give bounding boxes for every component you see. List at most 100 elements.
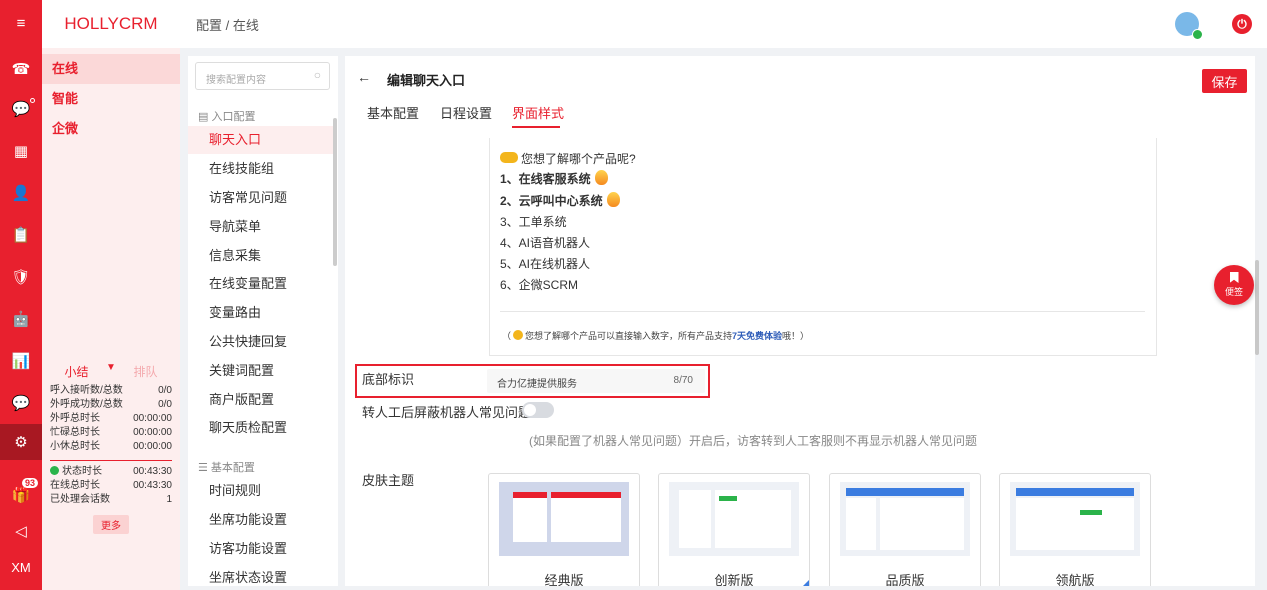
skin-thumbnail: [840, 482, 970, 556]
tab-basic[interactable]: 基本配置: [367, 103, 419, 122]
char-count: 8/70: [673, 375, 693, 386]
config-list-panel: 搜索配置内容 ○ ▤ 入口配置 聊天入口 在线技能组 访客常见问题 导航菜单 信息…: [188, 56, 338, 586]
user-icon[interactable]: 👤: [0, 178, 42, 208]
stat-label: 忙碌总时长: [50, 427, 100, 438]
fire-icon: [594, 170, 608, 185]
stat-label-text: 状态时长: [62, 466, 102, 477]
chart-icon[interactable]: 📊: [0, 346, 42, 376]
skin-name: 经典版: [544, 573, 584, 586]
online-check-icon: [1192, 29, 1203, 40]
config-scrollbar[interactable]: [333, 118, 337, 266]
stat-label: 外呼成功数/总数: [50, 399, 123, 410]
back-arrow-icon[interactable]: ←: [357, 69, 371, 85]
skin-name: 品质版: [885, 573, 925, 586]
stat-row: 外呼成功数/总数 0/0: [42, 398, 180, 412]
sidebar-item-wecom[interactable]: 企微: [42, 114, 180, 144]
hide-faq-toggle[interactable]: [522, 402, 554, 418]
robot-icon[interactable]: 🤖: [0, 304, 42, 334]
config-item[interactable]: 访客功能设置: [188, 535, 334, 563]
chat-icon[interactable]: 💬: [0, 94, 42, 124]
preview-line: 5、AI在线机器人: [500, 257, 591, 271]
more-button[interactable]: 更多: [93, 515, 129, 534]
tab-style[interactable]: 界面样式: [512, 103, 564, 122]
config-item[interactable]: 商户版配置: [188, 386, 334, 414]
tab-queue[interactable]: 排队: [133, 363, 157, 380]
megaphone-icon[interactable]: ◁: [0, 516, 42, 546]
phone-icon[interactable]: ☎: [0, 54, 42, 84]
grid-icon[interactable]: ▦: [0, 136, 42, 166]
config-item[interactable]: 导航菜单: [188, 213, 334, 241]
status-online-icon: [50, 466, 59, 475]
search-input[interactable]: 搜索配置内容 ○: [195, 62, 330, 90]
sidebar-item-smart[interactable]: 智能: [42, 84, 180, 114]
toggle-description: (如果配置了机器人常见问题）开启后，访客转到人工客服则不再显示机器人常见问题: [529, 434, 977, 448]
avatar[interactable]: [1175, 12, 1203, 40]
config-item[interactable]: 坐席功能设置: [188, 506, 334, 534]
menu-icon[interactable]: ≡: [0, 8, 42, 38]
footer-input[interactable]: 合力亿捷提供服务 8/70: [487, 369, 705, 393]
thumb-panel: [1016, 498, 1134, 550]
collapse-arrow-icon[interactable]: ▼: [106, 362, 116, 373]
config-item-chat-entry[interactable]: 聊天入口: [188, 126, 334, 154]
thumb-bubble: [1080, 510, 1102, 515]
brand-logo: HOLLYCRM: [42, 0, 180, 48]
skin-card-innovative[interactable]: 创新版: [658, 473, 810, 586]
stat-row: 小休总时长 00:00:00: [42, 440, 180, 454]
shield-icon[interactable]: 🛡: [0, 262, 42, 292]
stat-value: 00:00:00: [133, 427, 172, 438]
main-panel: ← 编辑聊天入口 保存 基本配置 日程设置 界面样式 您想了解哪个产品呢? 1、…: [345, 56, 1255, 586]
preview-divider: [500, 311, 1145, 312]
config-item[interactable]: 在线变量配置: [188, 270, 334, 298]
skin-name: 领航版: [1055, 573, 1095, 586]
active-tab-indicator: [512, 126, 560, 128]
stat-value: 00:43:30: [133, 466, 172, 477]
main-scrollbar[interactable]: [1255, 260, 1259, 355]
skin-label: 皮肤主题: [362, 473, 415, 488]
power-icon[interactable]: ⏻: [1232, 14, 1252, 34]
skin-thumbnail: [669, 482, 799, 556]
thumb-bubble: [719, 496, 737, 501]
bookmark-icon: [1229, 272, 1239, 283]
config-item[interactable]: 坐席状态设置: [188, 564, 334, 586]
config-item[interactable]: 关键词配置: [188, 357, 334, 385]
config-item[interactable]: 聊天质检配置: [188, 414, 334, 442]
stats-tabs: ▼ 小结 排队: [42, 360, 180, 384]
preview-option: 1、在线客服系统: [500, 172, 591, 186]
style-settings: 您想了解哪个产品呢? 1、在线客服系统 2、云呼叫中心系统 3、工单系统 4、A…: [345, 138, 1255, 586]
gift-icon[interactable]: 🎁 93: [0, 478, 42, 510]
config-item[interactable]: 时间规则: [188, 477, 334, 505]
tab-summary[interactable]: 小结: [64, 363, 88, 380]
preview-line: 1、在线客服系统: [500, 170, 608, 187]
thumb-panel: [679, 490, 711, 548]
toggle-knob: [524, 404, 536, 416]
notification-badge: 93: [22, 478, 39, 488]
skin-name: 创新版: [714, 573, 754, 586]
thumb-header: [1016, 488, 1134, 496]
sidebar-item-online[interactable]: 在线: [42, 54, 180, 84]
skin-card-navigator[interactable]: 领航版: [999, 473, 1151, 586]
rail-footer-label: XM: [11, 559, 31, 575]
clipboard-icon[interactable]: 📋: [0, 220, 42, 250]
thumb-panel: [846, 498, 876, 550]
footer-label: 底部标识: [362, 372, 415, 387]
tab-schedule[interactable]: 日程设置: [440, 103, 492, 122]
notes-float-button[interactable]: 便签: [1214, 265, 1254, 305]
config-item[interactable]: 公共快捷回复: [188, 328, 334, 356]
stats-divider: [50, 460, 172, 461]
config-item[interactable]: 信息采集: [188, 242, 334, 270]
config-item[interactable]: 访客常见问题: [188, 184, 334, 212]
hint-emphasis: 7天免费体验: [732, 331, 783, 341]
config-item[interactable]: 在线技能组: [188, 155, 334, 183]
toggle-label: 转人工后屏蔽机器人常见问题: [362, 405, 532, 420]
skin-card-classic[interactable]: 经典版: [488, 473, 640, 586]
skin-card-quality[interactable]: 品质版: [829, 473, 981, 586]
stat-value: 1: [166, 494, 172, 505]
search-icon[interactable]: ○: [314, 68, 321, 82]
stat-value: 00:00:00: [133, 413, 172, 424]
config-item[interactable]: 变量路由: [188, 299, 334, 327]
group-label: 入口配置: [211, 111, 256, 123]
save-button[interactable]: 保存: [1202, 69, 1247, 93]
gear-icon[interactable]: ⚙: [0, 424, 42, 460]
status-dot: [30, 98, 35, 103]
message-icon[interactable]: 💬: [0, 388, 42, 418]
